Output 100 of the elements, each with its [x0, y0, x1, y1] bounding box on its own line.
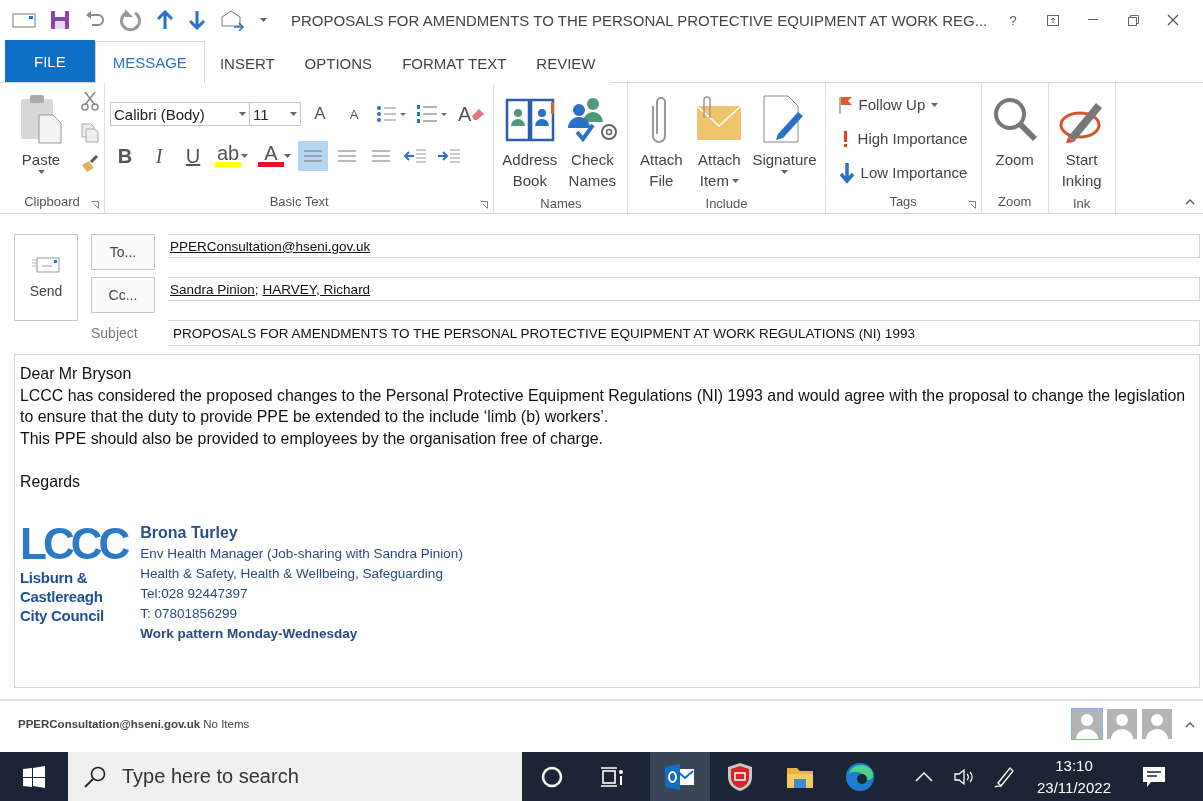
signature-line: Work pattern Monday-Wednesday	[140, 625, 359, 643]
search-icon	[84, 765, 106, 788]
customize-caret-icon[interactable]	[260, 18, 267, 22]
check-names-button[interactable]: Check Names	[562, 87, 623, 193]
recipient-link[interactable]: PPERConsultation@hseni.gov.uk	[170, 238, 371, 254]
clear-formatting-button[interactable]: A	[455, 99, 489, 129]
high-importance-button[interactable]: High Importance	[838, 125, 968, 152]
notifications-icon[interactable]	[1142, 765, 1166, 788]
search-input[interactable]: Type here to search	[120, 764, 504, 789]
speaker-icon[interactable]	[953, 766, 975, 787]
signature-button[interactable]: Signature	[749, 87, 820, 193]
grow-font-button[interactable]: A	[305, 99, 335, 129]
clipboard-icon	[19, 93, 63, 145]
group-label: Include	[705, 195, 748, 211]
signature-name: Brona Turley	[140, 523, 239, 543]
down-arrow-icon[interactable]	[188, 10, 206, 30]
italic-button[interactable]: I	[144, 141, 174, 171]
close-icon[interactable]	[1167, 14, 1179, 26]
logo-mark: LCCC	[20, 522, 127, 566]
chevron-up-icon[interactable]	[915, 771, 933, 782]
inking-button[interactable]: Start Inking	[1053, 87, 1110, 193]
envelope-arrow-icon[interactable]	[220, 9, 246, 31]
recipient-link[interactable]: HARVEY, Richard	[262, 281, 371, 297]
highlight-button[interactable]: ab	[212, 141, 251, 171]
windows-logo-icon[interactable]	[23, 765, 45, 788]
file-menu-tab[interactable]: FILE	[5, 40, 95, 82]
subject-field[interactable]: PROPOSALS FOR AMENDMENTS TO THE PERSONAL PROTECTIVE EQUIPMENT AT WORK REGULATIONS (NI) 1993	[168, 320, 1200, 346]
body-text: Dear Mr Bryson	[20, 364, 133, 384]
font-name-combo[interactable]: Calibri (Body)	[110, 102, 250, 126]
to-field[interactable]: PPERConsultation@hseni.gov.uk	[168, 234, 1200, 258]
underline-button[interactable]: U	[178, 141, 208, 171]
pen-icon[interactable]	[992, 764, 1016, 789]
body-text: LCCC has considered the proposed changes to the Personal Protective Equipment Regulations (NI) 1993 and would agree with the proposal to change the legislation to ensure that the duty to provide PPE be extended to the include ‘limb (b) workers’.	[20, 385, 1187, 427]
exclamation-icon	[843, 130, 847, 147]
caret-icon	[284, 154, 291, 158]
group-label: Clipboard	[24, 193, 80, 209]
cc-field[interactable]: Sandra Pinion; HARVEY, Richard	[168, 277, 1200, 301]
help-button[interactable]: ?	[993, 5, 1033, 35]
font-color-button[interactable]: A	[255, 141, 294, 171]
dialog-launcher-icon[interactable]	[480, 201, 489, 209]
sender-address: PPERConsultation@hseni.gov.uk	[18, 718, 201, 730]
search-field[interactable]: Type here to search	[68, 752, 522, 801]
task-view-icon[interactable]	[600, 765, 624, 788]
align-lines-icon	[372, 150, 390, 162]
body-text: Regards	[20, 471, 82, 492]
caret-icon	[241, 154, 248, 158]
caret-icon	[290, 112, 297, 116]
save-icon[interactable]	[50, 10, 70, 30]
collapse-ribbon-icon[interactable]	[1185, 199, 1195, 205]
shrink-font-button[interactable]: A	[339, 99, 369, 129]
envelope-icon[interactable]	[12, 12, 36, 28]
mail-app-icon[interactable]	[665, 763, 695, 790]
font-size-combo[interactable]: 11	[249, 102, 301, 126]
minimize-icon[interactable]	[1088, 19, 1098, 21]
circle-icon[interactable]	[541, 765, 563, 788]
message-body[interactable]	[14, 354, 1200, 688]
signature-line: T: 07801856299	[140, 605, 239, 623]
numbered-list-icon[interactable]	[416, 103, 448, 125]
address-book-button[interactable]: Address Book	[499, 87, 561, 193]
shield-icon[interactable]	[727, 761, 753, 792]
bold-button[interactable]: B	[110, 141, 140, 171]
attach-item-button[interactable]: Attach Item	[691, 87, 748, 193]
group-label: Names	[540, 195, 582, 211]
recipient-link[interactable]: Sandra Pinion	[170, 281, 255, 297]
align-lines-icon	[338, 150, 356, 162]
signature-line: Tel:028 92447397	[140, 585, 249, 603]
person-silhouette-icon	[1142, 709, 1172, 739]
ribbon-tab[interactable]: MESSAGE	[94, 41, 205, 83]
logo-text: Castlereagh	[20, 587, 104, 606]
bullet-list-icon[interactable]	[376, 104, 406, 124]
signature-line: Env Health Manager (Job-sharing with Sandra Pinion)	[140, 545, 463, 563]
ribbon-display-icon[interactable]	[1047, 14, 1059, 26]
wave-circle-icon[interactable]	[845, 761, 875, 792]
dialog-launcher-icon[interactable]	[91, 201, 99, 209]
align-lines-icon	[304, 150, 322, 162]
paste-button[interactable]: Paste	[13, 87, 69, 189]
to-button[interactable]: To...	[91, 234, 155, 270]
redo-icon[interactable]	[118, 8, 142, 32]
follow-up-button[interactable]: Follow Up	[838, 91, 968, 118]
window-title: PROPOSALS FOR AMENDMENTS TO THE PERSONAL PROTECTIVE EQUIPMENT AT WORK REG...	[291, 11, 989, 29]
send-button[interactable]: Send	[14, 234, 78, 321]
expand-icon[interactable]	[1185, 722, 1195, 728]
low-importance-button[interactable]: Low Importance	[838, 159, 968, 186]
undo-icon[interactable]	[84, 11, 104, 29]
subject-label: Subject	[91, 325, 139, 341]
cc-button[interactable]: Cc...	[91, 277, 155, 313]
down-arrow-icon	[838, 161, 855, 184]
format-painter-icon[interactable]	[81, 155, 99, 173]
address-book-icon	[504, 96, 555, 142]
person-silhouette-icon	[1072, 709, 1102, 739]
increase-indent-icon[interactable]	[437, 149, 461, 163]
dialog-launcher-icon[interactable]	[967, 201, 976, 209]
zoom-button[interactable]: Zoom	[986, 87, 1043, 189]
restore-icon[interactable]	[1127, 14, 1139, 26]
magnifier-icon	[991, 96, 1038, 142]
up-arrow-icon[interactable]	[156, 10, 174, 30]
attach-file-button[interactable]: Attach File	[633, 87, 690, 193]
cut-icon[interactable]	[81, 91, 99, 111]
clock[interactable]: 13:10 23/11/2022	[1024, 754, 1124, 799]
decrease-indent-icon[interactable]	[403, 149, 427, 163]
